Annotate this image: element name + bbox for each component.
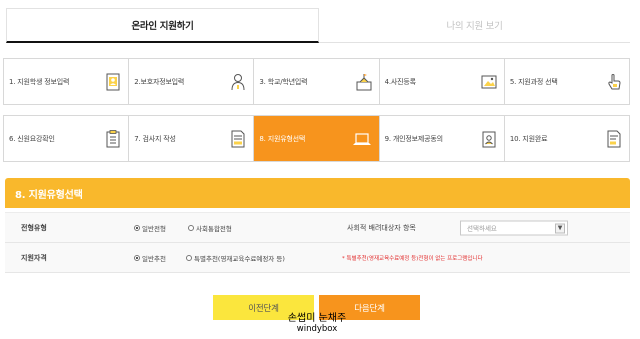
step-9-privacy-consent[interactable]: 9. 개인정보제공동의 [379,116,505,161]
step-10-complete[interactable]: 10. 지원완료 [504,116,630,161]
person-icon [231,73,245,90]
step-label: 8. 지원유형선택 [259,134,306,143]
step-5-course-select[interactable]: 5. 지원과정 선택 [504,59,630,104]
select-value: 선택하세요 [467,224,497,233]
step-label: 7. 검사지 작성 [134,134,176,143]
radio-indicator[interactable] [186,254,192,261]
step-navigation: 1. 지원학생 정보입력 2.보호자정보입력 3. 학교/학년입력 4.사진등록… [3,58,630,162]
radio-special-recommend[interactable]: 특별추천(영재교육수료예정자 등) [186,253,285,263]
hand-pointer-icon [608,73,621,89]
id-badge-icon [482,131,496,147]
tab-online-apply[interactable]: 온라인 지원하기 [6,8,319,43]
step-label: 2.보호자정보입력 [134,77,185,86]
step-1-student-info[interactable]: 1. 지원학생 정보입력 [4,59,130,104]
step-label: 5. 지원과정 선택 [509,77,558,86]
radio-label: 일반추천 [142,254,166,263]
form-row-admission-type: 전형유형 일반전형 사회통합전형 사회적 배려대상자 항목 선택하세요 ▼ [5,213,630,243]
laptop-icon [352,132,371,145]
step-row-1: 1. 지원학생 정보입력 2.보호자정보입력 3. 학교/학년입력 4.사진등록… [3,58,630,105]
radio-label: 사회통합전형 [196,224,232,233]
radio-general-admission[interactable]: 일반전형 [134,223,166,233]
admission-type-label: 전형유형 [21,223,47,232]
qualification-label: 지원자격 [21,253,47,262]
school-icon [356,73,372,90]
tab-bar: 온라인 지원하기 나의 지원 보기 [6,8,630,43]
step-7-questionnaire[interactable]: 7. 검사지 작성 [129,116,255,161]
step-label: 10. 지원완료 [509,134,548,143]
document-done-icon [607,130,621,147]
step-label: 1. 지원학생 정보입력 [9,77,70,86]
application-type-form: 전형유형 일반전형 사회통합전형 사회적 배려대상자 항목 선택하세요 ▼ 지원… [5,212,630,273]
step-8-application-type[interactable]: 8. 지원유형선택 [254,116,380,161]
checklist-icon [106,129,120,147]
radio-general-recommend[interactable]: 일반추천 [134,253,166,263]
step-2-guardian-info[interactable]: 2.보호자정보입력 [129,59,255,104]
social-care-label: 사회적 배려대상자 항목 [347,223,416,232]
chevron-down-icon[interactable]: ▼ [555,223,565,233]
watermark-line-1: 손썹미 눈채주 [287,313,347,324]
radio-indicator[interactable] [134,254,140,261]
social-care-select[interactable]: 선택하세요 ▼ [460,220,568,235]
watermark-line-2: windybox [296,324,338,334]
step-label: 4.사진등록 [384,77,416,86]
radio-indicator[interactable] [188,224,194,231]
radio-label: 특별추천(영재교육수료예정자 등) [194,254,285,263]
photo-icon [481,75,497,88]
step-4-photo-upload[interactable]: 4.사진등록 [379,59,505,104]
step-row-2: 6. 신원요강확인 7. 검사지 작성 8. 지원유형선택 9. 개인정보제공동… [3,115,630,162]
form-row-qualification: 지원자격 일반추천 특별추천(영재교육수료예정자 등) * 특별추천(영재교육수… [5,243,630,273]
radio-label: 일반전형 [142,224,166,233]
step-3-school-grade[interactable]: 3. 학교/학년입력 [254,59,380,104]
watermark: 손썹미 눈채주 windybox [262,313,372,335]
step-label: 3. 학교/학년입력 [259,77,308,86]
radio-indicator[interactable] [134,224,140,231]
step-6-guideline-check[interactable]: 6. 신원요강확인 [4,116,130,161]
step-label: 6. 신원요강확인 [9,134,55,143]
document-icon [231,130,245,147]
step-label: 9. 개인정보제공동의 [384,134,443,143]
tab-my-application[interactable]: 나의 지원 보기 [319,8,630,43]
id-card-icon [106,73,120,90]
radio-social-integration[interactable]: 사회통합전형 [188,223,232,233]
section-title: 8. 지원유형선택 [5,178,630,208]
special-recommend-note: * 특별추천(영재교육수료예정 등)전형이 없는 프로그램입니다 [342,255,483,262]
